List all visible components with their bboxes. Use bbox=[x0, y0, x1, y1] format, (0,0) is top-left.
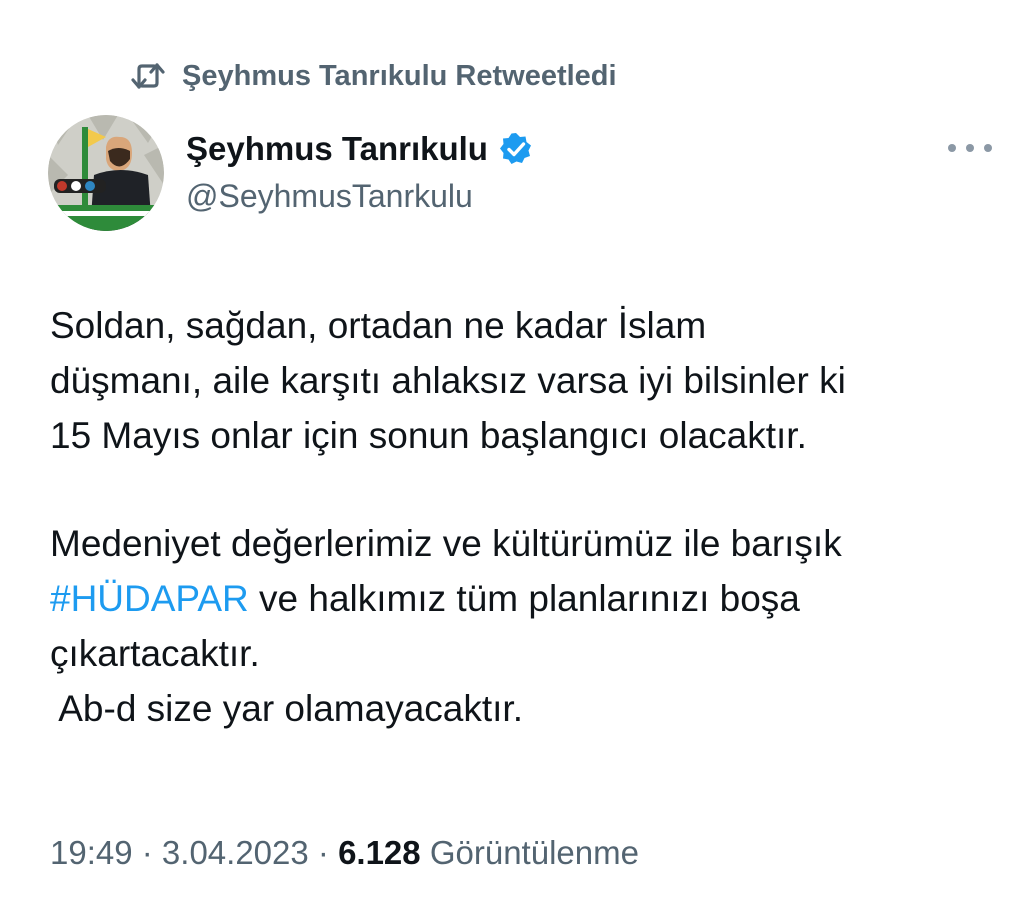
menu-dot bbox=[948, 144, 956, 152]
author-handle[interactable]: @SeyhmusTanrkulu bbox=[186, 178, 473, 215]
tweet-line: 15 Mayıs onlar için sonun başlangıcı ola… bbox=[50, 415, 807, 456]
retweet-icon bbox=[130, 61, 166, 91]
menu-dot bbox=[966, 144, 974, 152]
views-count[interactable]: 6.128 bbox=[338, 834, 421, 871]
tweet-line: Soldan, sağdan, ortadan ne kadar İslam bbox=[50, 305, 707, 346]
tweet-date[interactable]: 3.04.2023 bbox=[162, 834, 309, 871]
views-label: Görüntülenme bbox=[420, 834, 639, 871]
verified-badge-icon bbox=[498, 131, 534, 167]
tweet-line-rest: ve halkımız tüm planlarınızı boşa bbox=[248, 578, 800, 619]
tweet-line: Ab-d size yar olamayacaktır. bbox=[50, 688, 523, 729]
tweet-meta: 19:49 · 3.04.2023 · 6.128 Görüntülenme bbox=[50, 834, 639, 872]
meta-separator: · bbox=[132, 834, 162, 871]
tweet-line: çıkartacaktır. bbox=[50, 633, 260, 674]
tweet-line: Medeniyet değerlerimiz ve kültürümüz ile… bbox=[50, 523, 842, 564]
tweet-line: düşmanı, aile karşıtı ahlaksız varsa iyi… bbox=[50, 360, 846, 401]
meta-separator: · bbox=[308, 834, 339, 871]
tweet-line: #HÜDAPAR ve halkımız tüm planlarınızı bo… bbox=[50, 571, 1010, 626]
more-options-icon[interactable] bbox=[948, 133, 992, 163]
menu-dot bbox=[984, 144, 992, 152]
retweet-indicator[interactable]: Şeyhmus Tanrıkulu Retweetledi bbox=[130, 54, 617, 98]
retweet-label: Şeyhmus Tanrıkulu Retweetledi bbox=[182, 59, 617, 92]
hashtag-link[interactable]: #HÜDAPAR bbox=[50, 578, 249, 619]
tweet-text: Soldan, sağdan, ortadan ne kadar İslam d… bbox=[50, 298, 1010, 736]
author-name[interactable]: Şeyhmus Tanrıkulu bbox=[186, 130, 488, 168]
tweet-time[interactable]: 19:49 bbox=[50, 834, 133, 871]
avatar[interactable] bbox=[48, 115, 164, 231]
